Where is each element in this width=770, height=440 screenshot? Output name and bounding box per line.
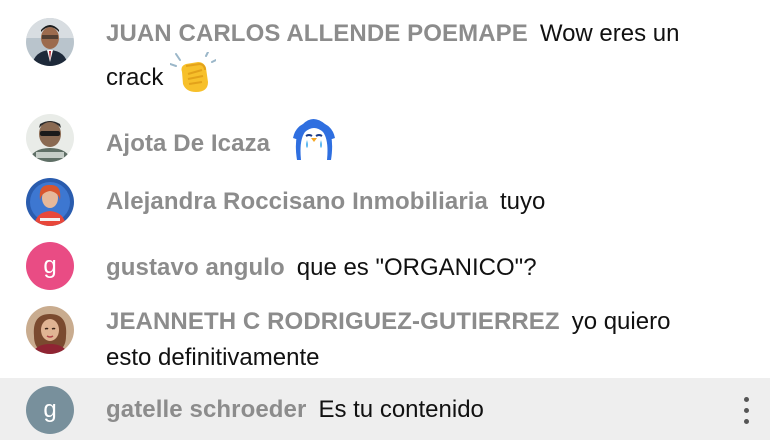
message-content: JEANNETH C RODRIGUEZ-GUTIERREZ yo quiero … [106,304,710,376]
avatar-photo [26,18,74,66]
message-content: Ajota De Icaza [106,114,710,175]
chat-message: JEANNETH C RODRIGUEZ-GUTIERREZ yo quiero … [0,300,770,378]
avatar[interactable]: g [26,242,74,290]
message-content: gustavo angulo que es "ORGANICO"? [106,250,710,286]
author-name[interactable]: Alejandra Roccisano Inmobiliaria [106,188,488,215]
avatar[interactable] [26,178,74,226]
author-name[interactable]: gustavo angulo [106,254,285,281]
avatar-photo [26,114,74,162]
message-content: gatelle schroeder Es tu contenido [106,392,710,428]
live-chat-list: JUAN CARLOS ALLENDE POEMAPE Wow eres un c… [0,0,770,440]
chat-message: g gustavo angulo que es "ORGANICO"? [0,236,770,300]
author-name[interactable]: gatelle schroeder [106,396,306,423]
menu-dot [743,396,749,402]
clapping-hands-icon [169,51,218,105]
avatar-letter: g [43,396,57,423]
author-name[interactable]: JEANNETH C RODRIGUEZ-GUTIERREZ [106,308,560,335]
menu-dot [743,407,749,413]
avatar[interactable] [26,18,74,66]
avatar[interactable] [26,114,74,162]
chat-message: Ajota De Icaza [0,104,770,168]
chat-message-hovered: g gatelle schroeder Es tu contenido [0,378,770,440]
avatar[interactable]: g [26,386,74,434]
chat-message: Alejandra Roccisano Inmobiliaria tuyo [0,168,770,236]
message-content: Alejandra Roccisano Inmobiliaria tuyo [106,184,710,220]
avatar-photo [26,306,74,354]
avatar-photo [26,178,74,226]
avatar[interactable] [26,306,74,354]
author-name[interactable]: JUAN CARLOS ALLENDE POEMAPE [106,20,528,47]
menu-dot [743,418,749,424]
message-content: JUAN CARLOS ALLENDE POEMAPE Wow eres un c… [106,16,710,105]
author-name[interactable]: Ajota De Icaza [106,130,270,157]
message-text: tuyo [499,188,546,215]
more-vert-icon[interactable] [738,390,754,430]
message-text: Es tu contenido [318,396,484,423]
crying-penguin-icon [289,114,339,175]
chat-message: JUAN CARLOS ALLENDE POEMAPE Wow eres un c… [0,0,770,104]
message-text: que es "ORGANICO"? [296,254,537,281]
avatar-letter: g [43,252,57,279]
